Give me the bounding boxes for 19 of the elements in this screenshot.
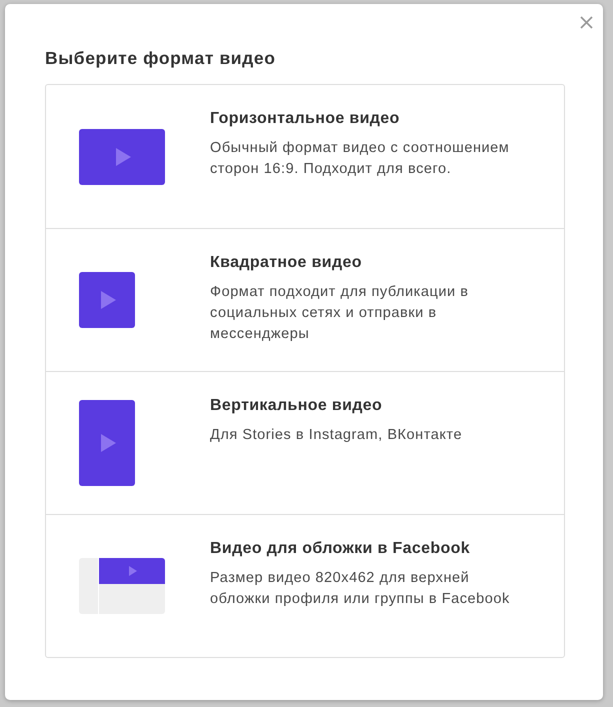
format-option[interactable]: Вертикальное видео Для Stories в Instagram, ВКонтакте (46, 371, 564, 514)
format-description: Для Stories в Instagram, ВКонтакте (210, 426, 464, 445)
format-option[interactable]: Видео для обложки в Facebook Размер видео 820x462 для верхней обложки профиля или группы в Facebook (46, 514, 564, 657)
cover-layout-icon (79, 558, 165, 614)
format-description: Размер видео 820x462 для верхней обложки профиля или группы в Facebook (210, 569, 511, 609)
format-title: Вертикальное видео (210, 396, 384, 416)
wide-video-icon (79, 128, 165, 184)
close-icon (580, 16, 593, 29)
tall-video-icon (79, 400, 135, 486)
format-option[interactable]: Горизонтальное видео Обычный формат видео с соотношением сторон 16:9. Подходит для всего. (46, 85, 564, 228)
format-option[interactable]: Квадратное видео Формат подходит для публикации в социальных сетях и отправки в мессенджеры (46, 228, 564, 371)
square-video-icon (79, 272, 135, 328)
format-description: Формат подходит для публикации в социальных сетях и отправки в мессенджеры (210, 283, 470, 344)
dialog-title: Выберите формат видео (45, 48, 276, 68)
format-description: Обычный формат видео с соотношением сторон 16:9. Подходит для всего. (210, 139, 510, 179)
format-title: Квадратное видео (210, 253, 363, 273)
format-title: Горизонтальное видео (210, 109, 401, 129)
format-title: Видео для обложки в Facebook (210, 539, 471, 559)
close-button[interactable] (580, 16, 593, 29)
